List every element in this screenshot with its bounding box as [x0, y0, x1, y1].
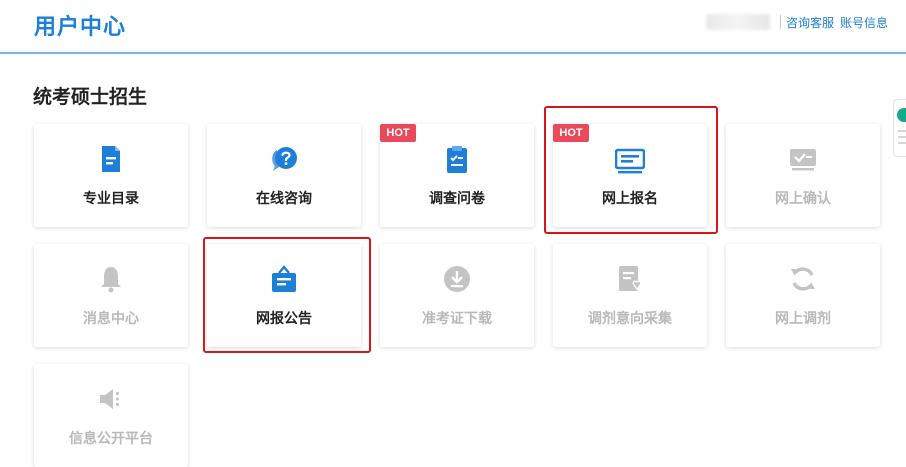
- card-major-catalog[interactable]: 专业目录: [34, 124, 188, 227]
- card-label: 网报公告: [256, 311, 312, 327]
- card-adjustment-intent[interactable]: 调剂意向采集: [553, 244, 707, 347]
- side-handle-dot: [897, 108, 906, 122]
- handle-line: [898, 142, 906, 144]
- questionnaire-clipboard-icon: [447, 146, 467, 173]
- card-label: 在线咨询: [256, 191, 312, 207]
- confirm-icon: [790, 149, 816, 171]
- card-label: 网上报名: [602, 191, 658, 207]
- download-icon: [444, 266, 470, 292]
- card-label: 调查问卷: [429, 191, 485, 207]
- card-announcement[interactable]: 网报公告: [207, 244, 361, 347]
- card-label: 专业目录: [83, 191, 139, 207]
- card-label: 信息公开平台: [69, 431, 153, 447]
- card-info-disclosure[interactable]: 信息公开平台: [34, 364, 188, 467]
- section-title: 统考硕士招生: [33, 86, 148, 108]
- card-label: 准考证下载: [422, 311, 492, 327]
- app-title: 用户中心: [34, 15, 127, 40]
- side-float-handle[interactable]: [893, 99, 906, 157]
- announcement-icon: [272, 265, 296, 292]
- card-label: 调剂意向采集: [588, 311, 672, 327]
- catalog-icon: [102, 146, 120, 172]
- card-online-registration[interactable]: HOT 网上报名: [553, 124, 707, 227]
- top-header: 用户中心 咨询客服 账号信息: [0, 0, 906, 54]
- online-registration-icon: [615, 148, 645, 174]
- customer-service-link[interactable]: 咨询客服: [786, 14, 834, 31]
- account-info-link[interactable]: 账号信息: [840, 14, 888, 31]
- user-name-blurred: [706, 14, 770, 30]
- card-online-consult[interactable]: 在线咨询: [207, 124, 361, 227]
- intent-form-icon: [619, 266, 642, 291]
- handle-line: [898, 136, 906, 138]
- header-divider: [780, 15, 781, 29]
- card-label: 网上确认: [775, 191, 831, 207]
- refresh-icon: [791, 267, 815, 291]
- bell-icon: [101, 267, 121, 293]
- speaker-icon: [100, 389, 119, 409]
- card-label: 消息中心: [83, 311, 139, 327]
- hot-badge: HOT: [553, 124, 589, 142]
- card-message-center[interactable]: 消息中心: [34, 244, 188, 347]
- handle-line: [898, 130, 906, 132]
- card-online-confirm[interactable]: 网上确认: [726, 124, 880, 227]
- card-admission-ticket-download[interactable]: 准考证下载: [380, 244, 534, 347]
- card-label: 网上调剂: [775, 311, 831, 327]
- hot-badge: HOT: [380, 124, 416, 142]
- chat-question-icon: [272, 147, 297, 171]
- card-questionnaire[interactable]: HOT 调查问卷: [380, 124, 534, 227]
- card-online-adjustment[interactable]: 网上调剂: [726, 244, 880, 347]
